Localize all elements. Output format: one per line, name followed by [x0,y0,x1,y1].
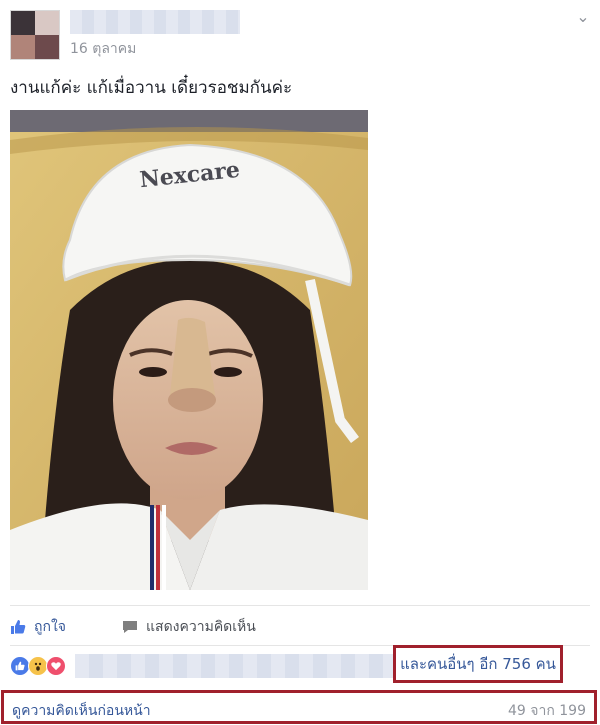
comment-icon [122,619,138,635]
like-button[interactable]: ถูกใจ [10,616,66,638]
reaction-icons[interactable] [10,656,66,676]
view-previous-comments-link[interactable]: ดูความคิดเห็นก่อนหน้า [12,700,151,722]
like-icon [10,656,30,676]
thumbs-up-icon [10,619,26,635]
post-date[interactable]: 16 ตุลาคม [70,38,136,60]
comments-footer: ดูความคิดเห็นก่อนหน้า 49 จาก 199 [1,690,597,724]
wow-icon [28,656,48,676]
selfie-illustration: Nexcare [10,110,368,590]
post-caption: งานแก้ค่ะ แก้เมื่อวาน เดี๋ยวรอชมกันค่ะ [10,78,293,98]
comment-button[interactable]: แสดงความคิดเห็น [122,616,256,638]
like-label: ถูกใจ [34,619,66,635]
others-count-text: และคนอื่นๆ อีก 756 คน [400,655,556,673]
chevron-down-icon[interactable]: ⌄ [574,8,592,26]
love-icon [46,656,66,676]
comment-count: 49 จาก 199 [508,703,586,719]
post-photo[interactable]: Nexcare [10,110,368,590]
facebook-post: 16 ตุลาคม ⌄ งานแก้ค่ะ แก้เมื่อวาน เดี๋ยว… [0,0,600,725]
others-count-link[interactable]: และคนอื่นๆ อีก 756 คน [393,645,563,683]
avatar[interactable] [10,10,60,60]
divider [10,605,590,606]
author-name-blurred[interactable] [70,10,240,34]
reactor-names-blurred[interactable] [75,654,393,678]
comment-label: แสดงความคิดเห็น [146,619,256,635]
